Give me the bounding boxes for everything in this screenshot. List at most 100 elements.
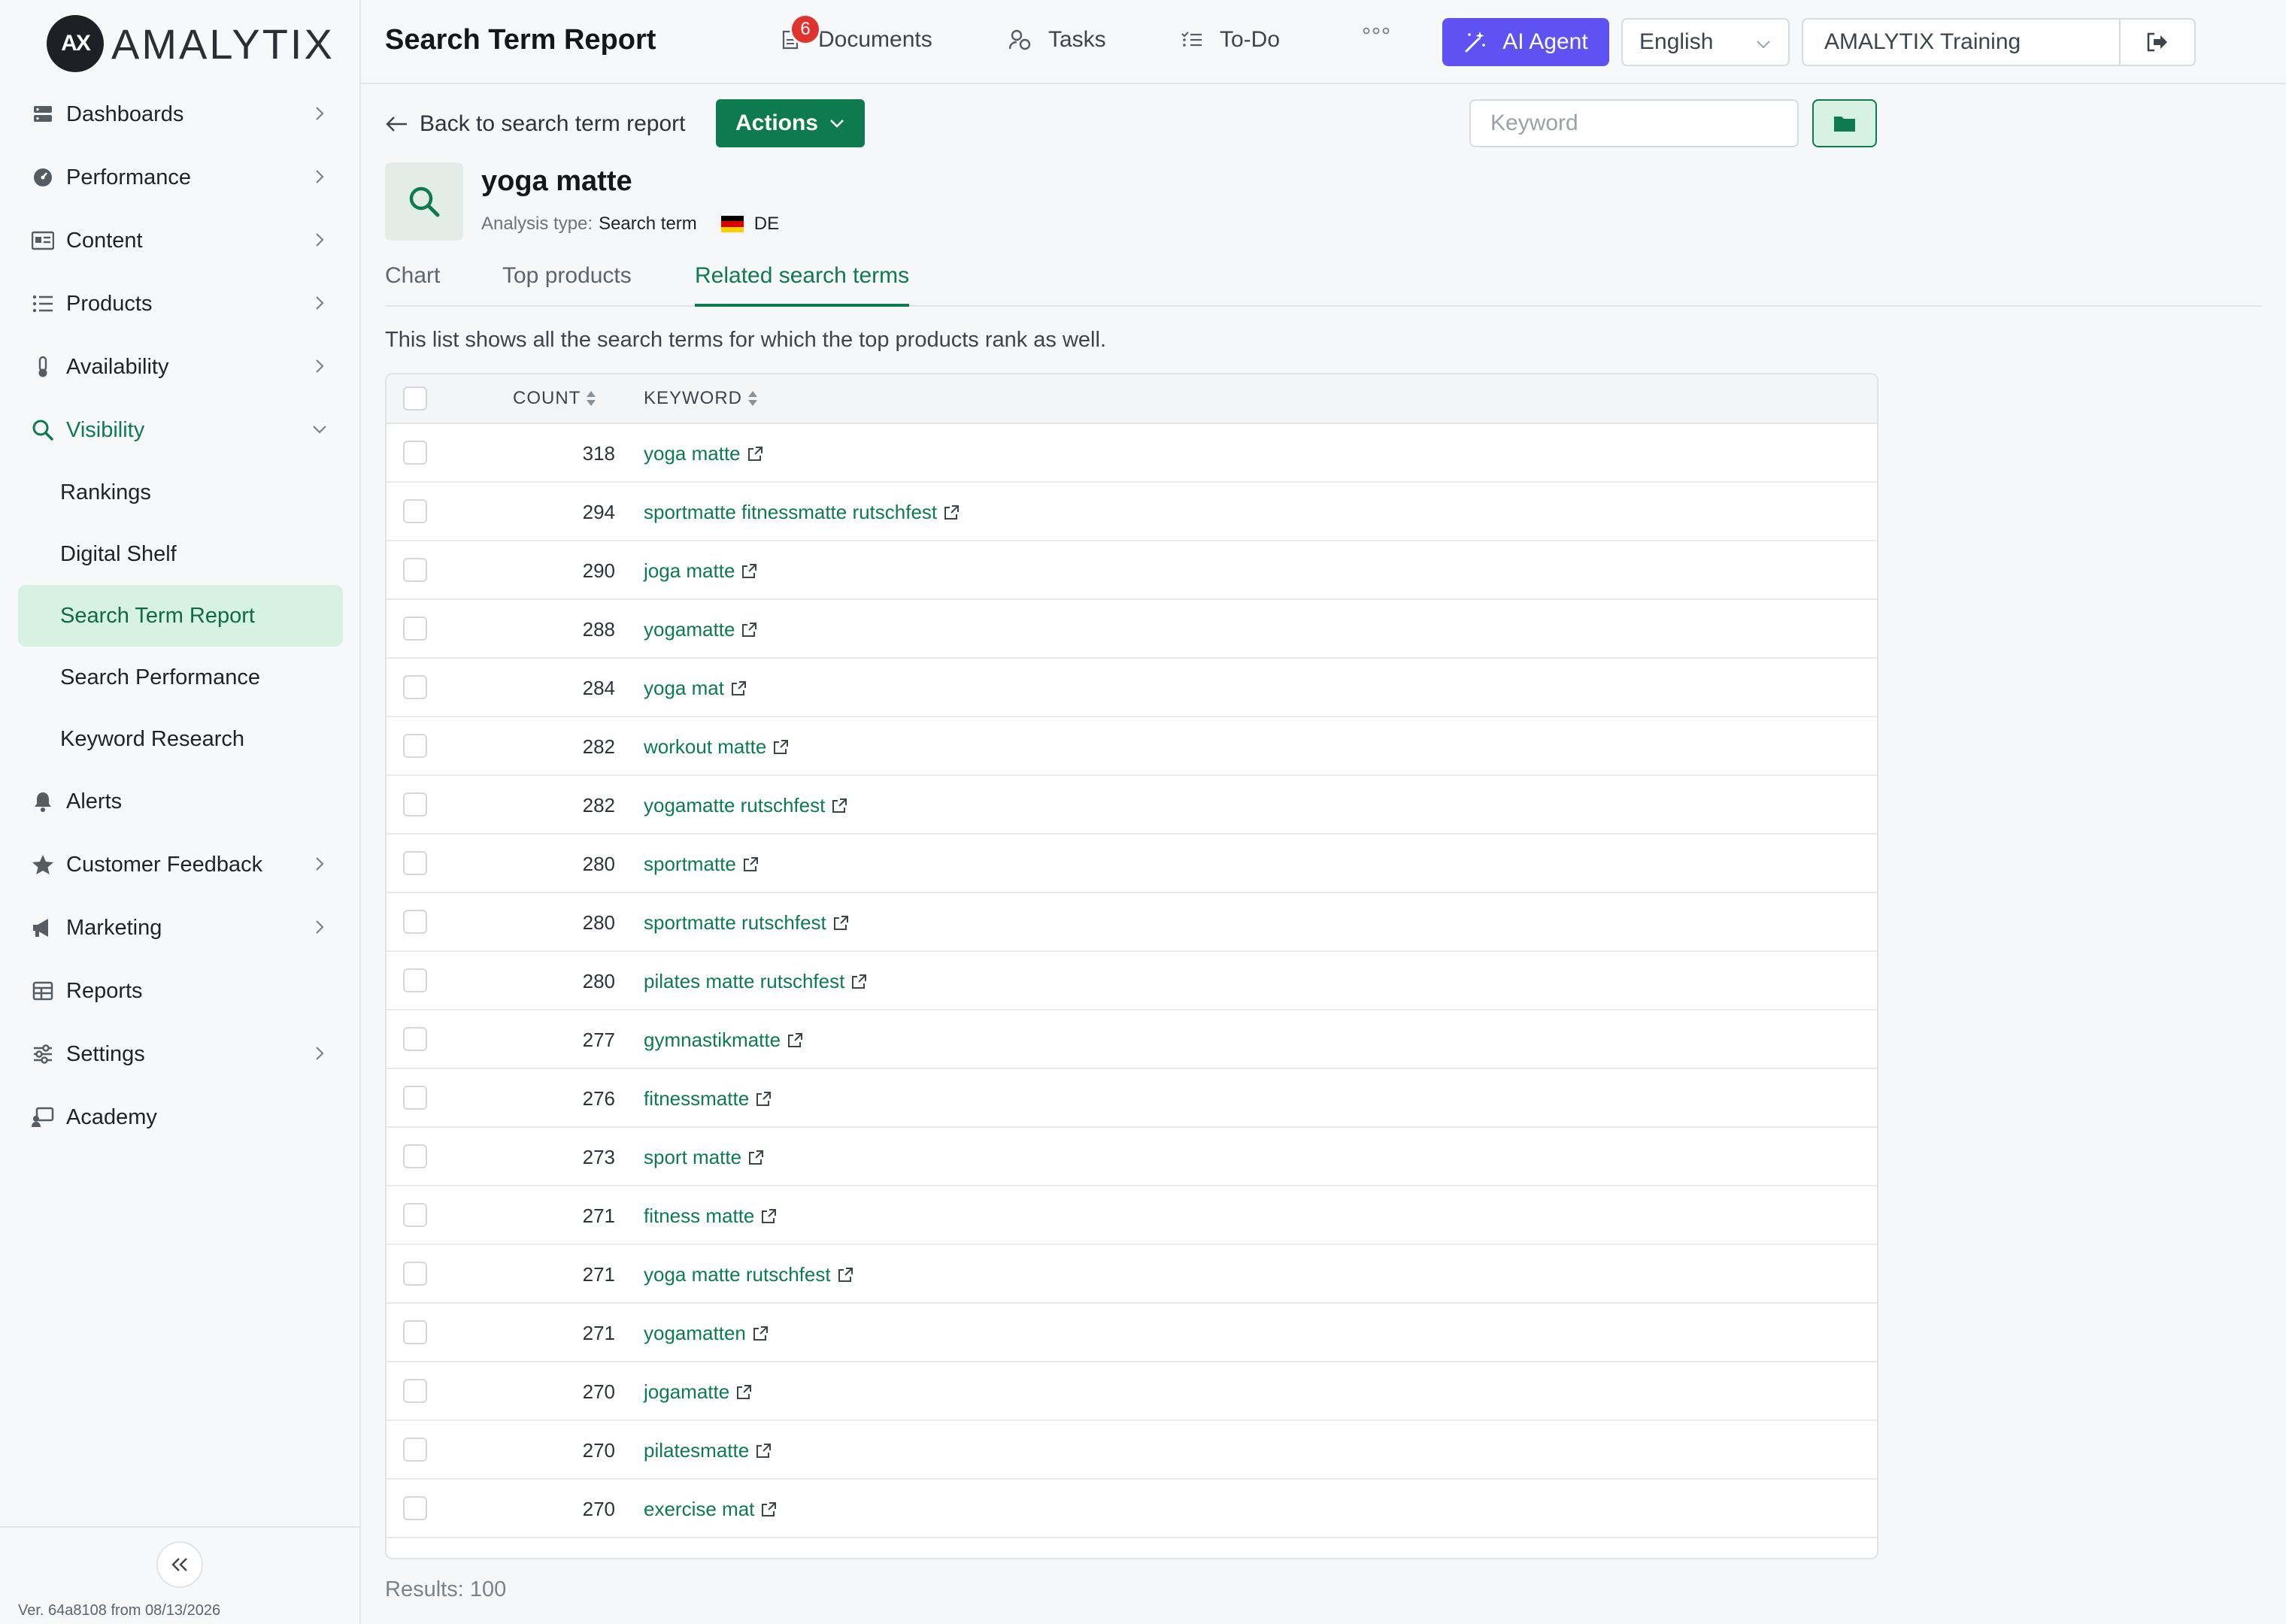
sidebar-item-reports[interactable]: Reports bbox=[18, 959, 343, 1023]
todo-link[interactable]: To-Do bbox=[1181, 27, 1280, 53]
row-keyword-link[interactable]: yoga matte bbox=[644, 442, 763, 465]
sidebar-footer: Ver. 64a8108 from 08/13/2026 bbox=[0, 1526, 359, 1624]
row-checkbox[interactable] bbox=[403, 1379, 427, 1403]
row-checkbox[interactable] bbox=[403, 558, 427, 582]
sidebar-subitem-digital-shelf[interactable]: Digital Shelf bbox=[18, 523, 343, 585]
row-checkbox[interactable] bbox=[403, 1320, 427, 1344]
row-keyword-link[interactable]: exercise mat bbox=[644, 1498, 777, 1521]
actions-dropdown-button[interactable]: Actions bbox=[716, 99, 865, 147]
tab-chart[interactable]: Chart bbox=[385, 263, 440, 304]
row-keyword-link[interactable]: pilatesmatte bbox=[644, 1439, 772, 1462]
row-keyword-link[interactable]: sport matte bbox=[644, 1146, 764, 1169]
row-keyword-link[interactable]: sportmatte bbox=[644, 853, 759, 876]
row-checkbox[interactable] bbox=[403, 1086, 427, 1110]
row-keyword-link[interactable]: jogamatte bbox=[644, 1380, 752, 1404]
intro-text: This list shows all the search terms for… bbox=[385, 328, 1106, 352]
row-checkbox[interactable] bbox=[403, 968, 427, 992]
row-keyword-link[interactable]: pilates matte rutschfest bbox=[644, 970, 867, 993]
row-keyword-link[interactable]: gymnastikmatte bbox=[644, 1029, 803, 1052]
row-keyword-link[interactable]: yoga mat bbox=[644, 677, 747, 700]
sidebar-item-visibility[interactable]: Visibility bbox=[18, 398, 343, 462]
row-checkbox[interactable] bbox=[403, 851, 427, 875]
language-select[interactable]: English bbox=[1621, 18, 1790, 66]
brand-logo[interactable]: AX AMALYTIX bbox=[47, 15, 335, 72]
column-header-keyword[interactable]: KEYWORD bbox=[644, 388, 759, 409]
sidebar-item-settings[interactable]: Settings bbox=[18, 1023, 343, 1086]
row-count: 271 bbox=[582, 1322, 615, 1344]
tab-related-search-terms[interactable]: Related search terms bbox=[695, 263, 910, 307]
checklist-icon bbox=[1181, 29, 1203, 51]
sidebar-item-marketing[interactable]: Marketing bbox=[18, 896, 343, 959]
documents-badge: 6 bbox=[790, 14, 821, 45]
sidebar-subitem-keyword-research[interactable]: Keyword Research bbox=[18, 708, 343, 770]
row-count: 288 bbox=[582, 618, 615, 641]
table-row: 280 pilates matte rutschfest bbox=[387, 952, 1877, 1010]
external-link-icon bbox=[742, 622, 757, 637]
column-header-count[interactable]: COUNT bbox=[513, 388, 597, 409]
external-link-icon bbox=[731, 680, 746, 695]
row-checkbox[interactable] bbox=[403, 1496, 427, 1520]
sidebar-item-content[interactable]: Content bbox=[18, 209, 343, 272]
search-term-meta: Analysis type: Search term DE bbox=[481, 214, 779, 235]
row-keyword-link[interactable]: yoga matte rutschfest bbox=[644, 1263, 853, 1286]
logout-button[interactable] bbox=[2119, 20, 2194, 65]
row-checkbox[interactable] bbox=[403, 1203, 427, 1227]
row-checkbox[interactable] bbox=[403, 792, 427, 817]
row-checkbox[interactable] bbox=[403, 1438, 427, 1462]
magic-wand-icon bbox=[1465, 32, 1486, 53]
row-checkbox[interactable] bbox=[403, 675, 427, 699]
row-keyword-link[interactable]: fitnessmatte bbox=[644, 1087, 772, 1110]
sidebar-item-products[interactable]: Products bbox=[18, 272, 343, 335]
sidebar-item-dashboards[interactable]: Dashboards bbox=[18, 83, 343, 146]
table-row: 271 yoga matte rutschfest bbox=[387, 1245, 1877, 1304]
folder-button[interactable] bbox=[1812, 99, 1877, 147]
sidebar-subitem-search-performance[interactable]: Search Performance bbox=[18, 647, 343, 708]
gauge-icon bbox=[30, 165, 56, 190]
row-checkbox[interactable] bbox=[403, 1262, 427, 1286]
chevron-right-icon bbox=[316, 107, 324, 120]
row-checkbox[interactable] bbox=[403, 441, 427, 465]
language-value: English bbox=[1639, 29, 1714, 54]
sidebar-item-academy[interactable]: Academy bbox=[18, 1086, 343, 1149]
academy-icon bbox=[30, 1104, 56, 1130]
tasks-link[interactable]: Tasks bbox=[1009, 27, 1106, 53]
account-select[interactable]: AMALYTIX Training bbox=[1802, 18, 2196, 66]
row-checkbox[interactable] bbox=[403, 1144, 427, 1168]
collapse-sidebar-button[interactable] bbox=[156, 1541, 203, 1588]
chevron-right-icon bbox=[316, 296, 324, 310]
row-keyword-link[interactable]: yogamatte bbox=[644, 618, 757, 641]
table-icon bbox=[30, 978, 56, 1004]
marketplace-code: DE bbox=[753, 214, 780, 234]
tab-top-products[interactable]: Top products bbox=[502, 263, 632, 304]
germany-flag-icon bbox=[720, 216, 744, 232]
table-body: 318 yoga matte 294 sportmatte fitnessmatte … bbox=[387, 424, 1877, 1538]
sidebar-item-performance[interactable]: Performance bbox=[18, 146, 343, 209]
row-keyword-link[interactable]: joga matte bbox=[644, 559, 757, 583]
select-all-checkbox[interactable] bbox=[403, 386, 427, 411]
keyword-search-input[interactable] bbox=[1469, 99, 1799, 147]
row-checkbox[interactable] bbox=[403, 499, 427, 523]
external-link-icon bbox=[774, 739, 789, 754]
ai-agent-button[interactable]: AI Agent bbox=[1442, 18, 1609, 66]
row-checkbox[interactable] bbox=[403, 910, 427, 934]
row-checkbox[interactable] bbox=[403, 734, 427, 758]
logo-mark: AX bbox=[47, 15, 104, 72]
sidebar-item-label: Performance bbox=[66, 165, 192, 189]
sidebar-item-customer-feedback[interactable]: Customer Feedback bbox=[18, 833, 343, 896]
row-count: 277 bbox=[582, 1029, 615, 1051]
sidebar-subitem-rankings[interactable]: Rankings bbox=[18, 462, 343, 523]
sidebar-item-availability[interactable]: Availability bbox=[18, 335, 343, 398]
back-to-report-link[interactable]: Back to search term report bbox=[385, 111, 685, 137]
row-keyword-link[interactable]: workout matte bbox=[644, 735, 789, 759]
row-checkbox[interactable] bbox=[403, 617, 427, 641]
sidebar-item-alerts[interactable]: Alerts bbox=[18, 770, 343, 833]
row-checkbox[interactable] bbox=[403, 1027, 427, 1051]
sidebar-subitem-search-term-report[interactable]: Search Term Report bbox=[18, 585, 343, 647]
row-keyword-link[interactable]: yogamatten bbox=[644, 1322, 769, 1345]
row-keyword-link[interactable]: sportmatte fitnessmatte rutschfest bbox=[644, 501, 960, 524]
table-row: 282 yogamatte rutschfest bbox=[387, 776, 1877, 835]
row-keyword-link[interactable]: fitness matte bbox=[644, 1204, 777, 1228]
row-keyword-link[interactable]: sportmatte rutschfest bbox=[644, 911, 849, 935]
more-menu-button[interactable] bbox=[1363, 27, 1390, 35]
row-keyword-link[interactable]: yogamatte rutschfest bbox=[644, 794, 847, 817]
